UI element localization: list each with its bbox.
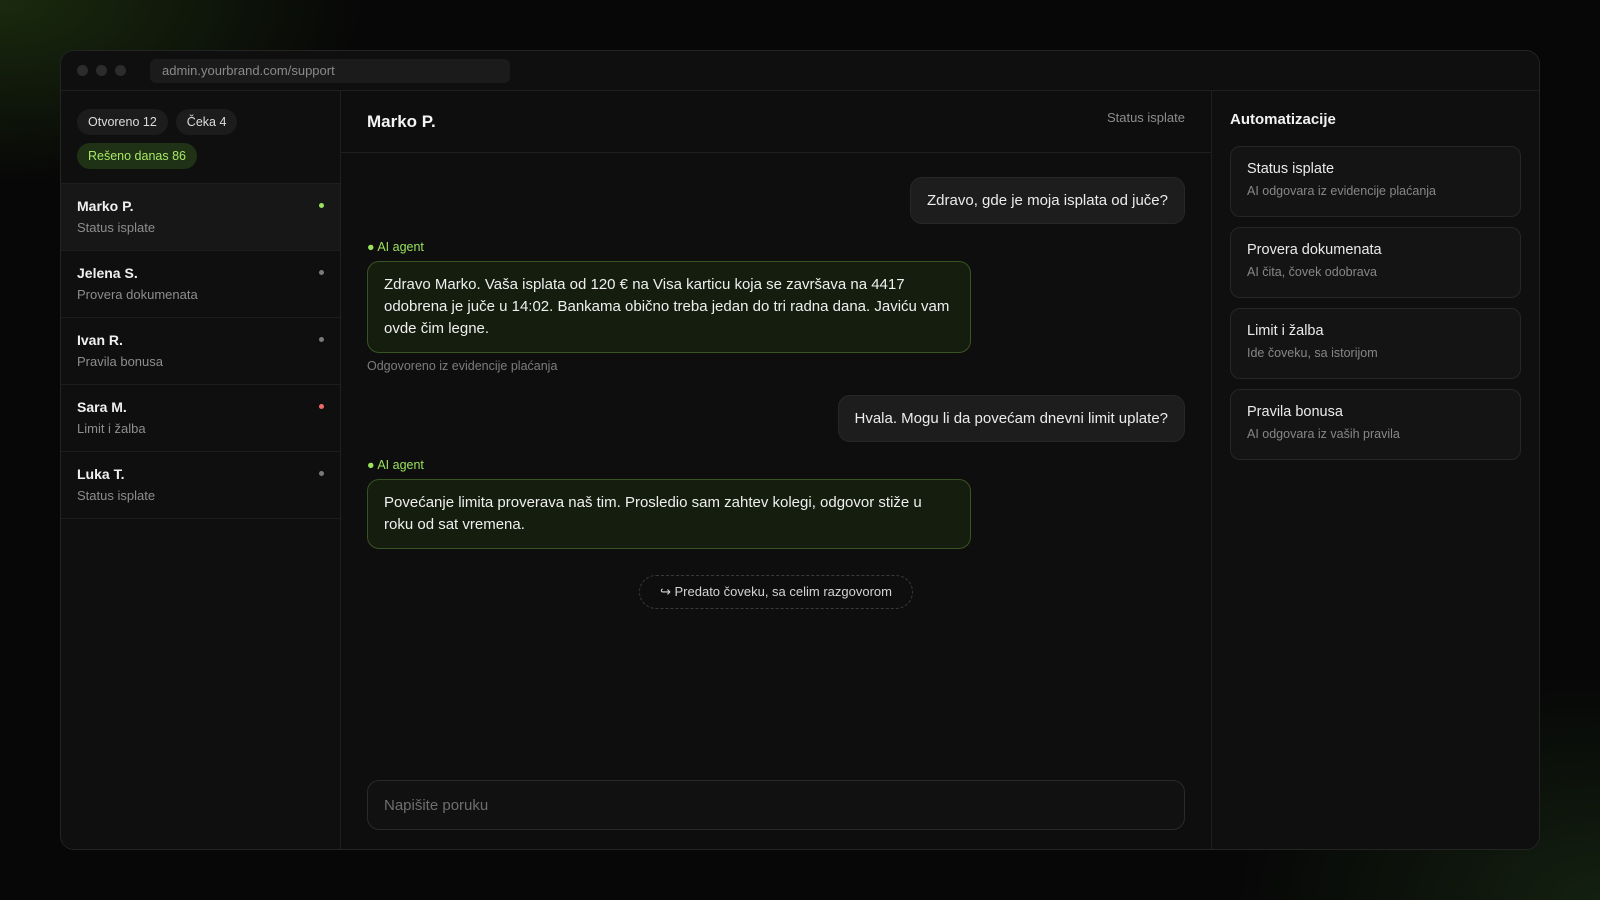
conversation-item[interactable]: Marko P. Status isplate <box>61 184 340 251</box>
conversation-topic: Limit i žalba <box>77 421 146 436</box>
automation-title: Status isplate <box>1247 161 1335 177</box>
app-window: admin.yourbrand.com/support Otvoreno 12 … <box>60 50 1540 850</box>
filter-waiting-chip[interactable]: Čeka 4 <box>175 109 238 135</box>
chat-panel: Marko P. Status isplate Zdravo, gde je m… <box>341 91 1212 849</box>
ai-message: Povećanje limita proverava naš tim. Pros… <box>367 479 971 549</box>
automation-card[interactable]: Provera dokumenata AI čita, čovek odobra… <box>1230 227 1521 298</box>
ai-message: Zdravo Marko. Vaša isplata od 120 € na V… <box>367 261 971 353</box>
automation-description: AI odgovara iz evidencije plaćanja <box>1247 184 1437 198</box>
message-source-note: Odgovoreno iz evidencije plaćanja <box>367 359 558 373</box>
status-dot-icon <box>319 471 324 476</box>
status-filters: Otvoreno 12 Čeka 4 Rešeno danas 86 <box>61 91 340 184</box>
status-dot-icon <box>319 404 324 409</box>
filter-open-chip[interactable]: Otvoreno 12 <box>77 109 168 135</box>
conversation-name: Sara M. <box>77 399 127 415</box>
chat-header: Marko P. Status isplate <box>341 91 1211 153</box>
conversation-topic: Provera dokumenata <box>77 287 198 302</box>
chat-contact-name: Marko P. <box>367 111 436 131</box>
conversation-topic: Status isplate <box>77 488 156 503</box>
handoff-notice: ↪ Predato čoveku, sa celim razgovorom <box>639 575 913 609</box>
status-dot-icon <box>319 203 324 208</box>
chat-topic-label: Status isplate <box>1106 110 1185 125</box>
conversation-topic: Pravila bonusa <box>77 354 163 369</box>
address-bar[interactable]: admin.yourbrand.com/support <box>150 58 510 83</box>
conversation-sidebar: Otvoreno 12 Čeka 4 Rešeno danas 86 Marko… <box>61 91 341 849</box>
automations-panel: Automatizacije Status isplate AI odgovar… <box>1212 91 1539 849</box>
automations-title: Automatizacije <box>1230 111 1336 128</box>
status-dot-icon <box>319 270 324 275</box>
conversation-topic: Status isplate <box>77 220 156 235</box>
automation-description: AI čita, čovek odobrava <box>1247 265 1377 279</box>
automation-card[interactable]: Limit i žalba Ide čoveku, sa istorijom <box>1230 308 1521 379</box>
automation-title: Pravila bonusa <box>1247 404 1343 420</box>
conversation-name: Ivan R. <box>77 332 123 348</box>
conversation-item[interactable]: Luka T. Status isplate <box>61 452 340 519</box>
conversation-item[interactable]: Ivan R. Pravila bonusa <box>61 318 340 385</box>
ai-agent-tag: ● AI agent <box>367 458 424 472</box>
automation-card[interactable]: Status isplate AI odgovara iz evidencije… <box>1230 146 1521 217</box>
window-close-dot[interactable] <box>77 65 88 76</box>
conversation-name: Jelena S. <box>77 265 138 281</box>
automation-title: Provera dokumenata <box>1247 242 1382 258</box>
window-minimize-dot[interactable] <box>96 65 107 76</box>
automation-description: AI odgovara iz vaših pravila <box>1247 427 1400 441</box>
browser-titlebar: admin.yourbrand.com/support <box>61 51 1539 91</box>
conversation-item[interactable]: Sara M. Limit i žalba <box>61 385 340 452</box>
message-input[interactable] <box>368 781 1184 829</box>
ai-agent-tag: ● AI agent <box>367 240 424 254</box>
user-message: Hvala. Mogu li da povećam dnevni limit u… <box>837 395 1185 442</box>
automation-description: Ide čoveku, sa istorijom <box>1247 346 1378 360</box>
message-composer <box>367 780 1185 830</box>
conversation-name: Marko P. <box>77 198 134 214</box>
automation-title: Limit i žalba <box>1247 323 1324 339</box>
status-dot-icon <box>319 337 324 342</box>
automation-card[interactable]: Pravila bonusa AI odgovara iz vaših prav… <box>1230 389 1521 460</box>
conversation-name: Luka T. <box>77 466 125 482</box>
window-maximize-dot[interactable] <box>115 65 126 76</box>
conversation-item[interactable]: Jelena S. Provera dokumenata <box>61 251 340 318</box>
filter-resolved-chip[interactable]: Rešeno danas 86 <box>77 143 197 169</box>
user-message: Zdravo, gde je moja isplata od juče? <box>910 177 1185 224</box>
